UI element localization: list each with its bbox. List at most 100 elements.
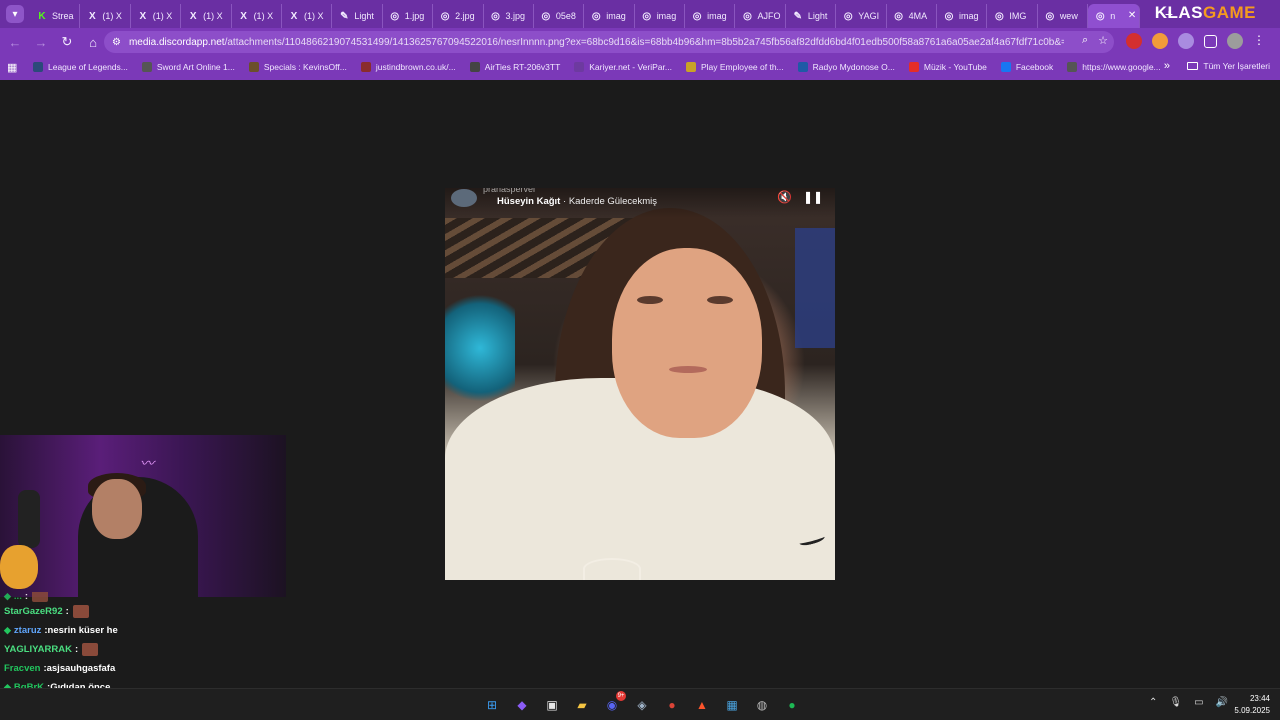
bookmark-label: https://www.google... [1082,62,1161,72]
site-info-icon[interactable]: ⚙ [112,37,121,48]
chat-emote-icon [82,643,99,656]
displayed-image[interactable]: pranaspervei Hüseyin Kağıt · Kaderde Gül… [445,188,835,580]
discord-icon[interactable]: ◉ 9+ [601,691,626,716]
tab-favicon-icon: ◎ [390,10,400,22]
chat-separator: : [24,592,29,602]
tab-18[interactable]: ◎ imag [937,4,988,28]
tab-favicon-icon: ◎ [843,10,853,22]
microphone-icon[interactable]: 🎙 [1169,697,1182,708]
tab-7[interactable]: ◎ 1.jpg [383,4,434,28]
tab-12[interactable]: ◎ imag [635,4,686,28]
clock[interactable]: 23:44 5.09.2025 [1234,693,1270,717]
bookmark-item[interactable]: League of Legends... [33,62,128,72]
tab-label: 4MA [908,11,928,21]
all-bookmarks-button[interactable]: Tüm Yer İşaretleri [1187,61,1270,71]
photos-icon[interactable]: ▦ [721,694,743,716]
bookmark-item[interactable]: Sword Art Online 1... [141,62,235,72]
klasgame-logo: KLASGAME [1154,3,1256,22]
tab-label: IMG [1009,11,1027,21]
chrome-icon[interactable]: ● [661,694,683,716]
tab-0[interactable]: K Strea [30,4,81,28]
tab-17[interactable]: ◎ 4MA [887,4,938,28]
chevron-up-icon[interactable]: ⌃ [1149,697,1157,708]
tab-label: (1) X [253,11,274,21]
bookmark-label: Sword Art Online 1... [156,62,235,72]
bookmark-item[interactable]: Kariyer.net - VeriPar... [574,62,672,72]
tab-search-icon[interactable]: ▾ [6,5,24,23]
bookmark-star-icon[interactable]: ☆ [1098,34,1108,47]
close-tab-icon[interactable]: ✕ [1128,10,1136,21]
display-icon[interactable]: ▭ [1194,697,1203,708]
tab-favicon-icon: ◎ [1045,10,1055,22]
tab-2[interactable]: X (1) X [131,4,182,28]
extensions-puzzle-icon[interactable] [1204,34,1217,48]
bookmark-item[interactable]: https://www.google... [1067,62,1161,72]
zoom-icon[interactable]: ⌕ [1082,34,1088,47]
brave-icon[interactable]: ▲ [691,694,713,716]
more-bookmarks-icon[interactable]: » [1164,60,1170,72]
chat-username: Fracven [4,663,41,674]
tab-15[interactable]: ✎ Light [786,4,837,28]
bookmark-item[interactable]: Müzik - YouTube [908,62,987,72]
tab-favicon-icon: X [290,10,298,22]
tab-11[interactable]: ◎ imag [584,4,635,28]
apps-grid-icon[interactable]: ▦ [7,61,21,74]
windows-start-icon[interactable]: ⊞ [481,694,503,716]
back-icon[interactable]: ← [4,31,26,53]
chat-separator: : [65,606,69,617]
obs-icon[interactable]: ◍ [751,694,773,716]
forward-icon[interactable]: → [30,31,52,53]
tab-strip: ▾ K Strea X (1) X X (1) X X (1) X X (1) X X (1) X ✎ L… [0,0,1280,28]
bookmark-item[interactable]: Radyo Mydonose O... [797,62,895,72]
store-icon[interactable]: ▣ [541,694,563,716]
tab-19[interactable]: ◎ IMG [987,4,1038,28]
tab-8[interactable]: ◎ 2.jpg [433,4,484,28]
extension-icon-2[interactable] [1152,33,1168,49]
tab-label: imag [959,11,979,21]
spotify-icon[interactable]: ● [781,694,803,716]
tab-favicon-icon: ◎ [591,10,601,22]
address-bar[interactable]: ⚙ media.discordapp.net/attachments/11048… [104,31,1114,53]
tab-6[interactable]: ✎ Light [332,4,383,28]
volume-icon[interactable]: 🔊 [1216,697,1228,708]
tab-9[interactable]: ◎ 3.jpg [484,4,534,28]
copilot-icon[interactable]: ◆ [511,694,533,716]
bookmark-item[interactable]: Facebook [1000,62,1053,72]
story-avatar [451,189,477,207]
bookmark-label: Müzik - YouTube [923,62,987,72]
tab-favicon-icon: ◎ [440,10,450,22]
extension-icon-1[interactable] [1126,33,1142,49]
tab-label: AJFO [757,11,781,21]
profile-avatar[interactable] [1227,33,1243,49]
tab-13[interactable]: ◎ imag [685,4,736,28]
reload-icon[interactable]: ↻ [56,31,78,53]
bookmark-item[interactable]: justindbrown.co.uk/... [360,62,456,72]
home-icon[interactable]: ⌂ [82,31,104,53]
bookmark-label: justindbrown.co.uk/... [375,62,456,72]
tab-favicon-icon: ◎ [944,10,954,22]
bookmark-item[interactable]: Specials : KevinsOff... [248,62,347,72]
bookmark-item[interactable]: AirTies RT-206v3TT [469,62,560,72]
tab-3[interactable]: X (1) X [181,4,232,28]
plush-toy [0,545,38,589]
tab-favicon-icon: X [139,10,147,22]
tab-20[interactable]: ◎ wew [1038,4,1089,28]
tab-label: Light [354,11,374,21]
more-menu-icon[interactable]: ⋮ [1253,33,1265,49]
url-text[interactable]: media.discordapp.net/attachments/1104866… [129,37,1064,48]
bookmark-label: Radyo Mydonose O... [812,62,895,72]
tab-14[interactable]: ◎ AJFO [735,4,786,28]
tab-16[interactable]: ◎ YAGI [836,4,887,28]
tab-1[interactable]: X (1) X [80,4,131,28]
tab-10[interactable]: ◎ 05e8 [534,4,585,28]
steam-icon[interactable]: ◈ [631,694,653,716]
file-explorer-icon[interactable]: ▰ [571,694,593,716]
extension-icon-3[interactable] [1178,33,1194,49]
bookmark-label: Specials : KevinsOff... [263,62,347,72]
tab-label: (1) X [303,11,324,21]
tab-5[interactable]: X (1) X [282,4,333,28]
bookmark-item[interactable]: Play Employee of th... [685,62,784,72]
face [612,248,762,438]
tab-4[interactable]: X (1) X [232,4,282,28]
tab-21[interactable]: ◎ n ✕ [1088,4,1141,28]
